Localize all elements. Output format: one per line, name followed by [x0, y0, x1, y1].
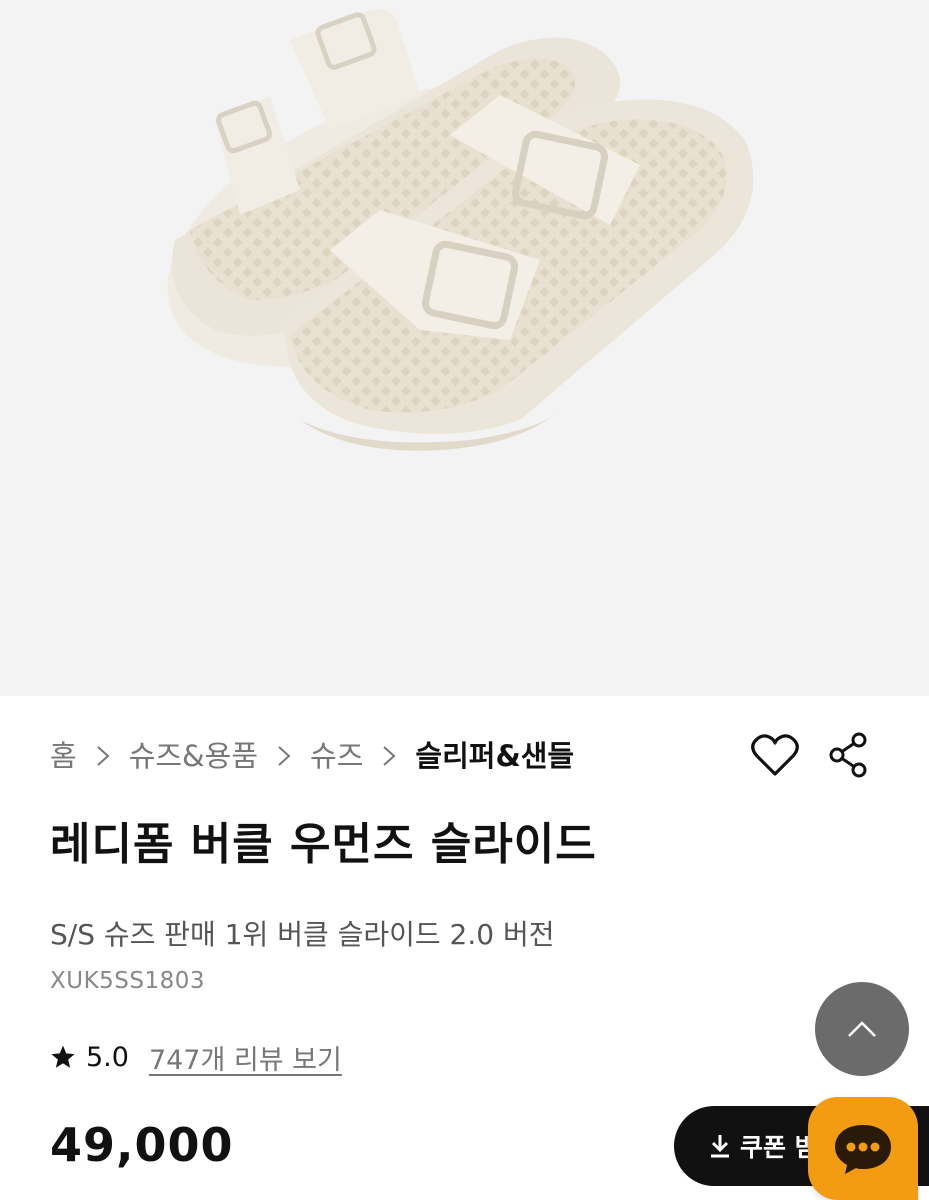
breadcrumb-shoes-goods[interactable]: 슈즈&용품	[129, 733, 258, 775]
download-icon	[708, 1133, 732, 1159]
review-link[interactable]: 747개 리뷰 보기	[149, 1038, 342, 1077]
breadcrumb-shoes[interactable]: 슈즈	[310, 733, 363, 775]
product-subtitle: S/S 슈즈 판매 1위 버클 슬라이드 2.0 버전	[50, 918, 555, 951]
chevron-right-icon	[77, 737, 129, 771]
chevron-right-icon	[258, 737, 310, 771]
product-image[interactable]	[0, 0, 929, 696]
product-title: 레디폼 버클 우먼즈 슬라이드	[50, 819, 597, 870]
product-price: 49,000	[50, 1118, 234, 1172]
breadcrumb-slippers-sandals[interactable]: 슬리퍼&샌들	[415, 733, 574, 775]
chevron-right-icon	[363, 737, 415, 771]
coupon-label: 쿠폰 받	[740, 1133, 818, 1162]
scroll-top-button[interactable]	[815, 982, 909, 1076]
star-icon	[50, 1044, 76, 1070]
heart-outline-icon	[751, 734, 799, 776]
breadcrumb-home[interactable]: 홈	[50, 733, 77, 775]
rating-score: 5.0	[86, 1041, 129, 1073]
rating-row: 5.0 747개 리뷰 보기	[50, 1037, 342, 1077]
breadcrumb: 홈 슈즈&용품 슈즈 슬리퍼&샌들	[50, 734, 574, 774]
wishlist-button[interactable]	[747, 727, 803, 783]
product-sku: XUK5SS1803	[50, 968, 206, 994]
sandals-illustration	[167, 9, 754, 451]
share-icon	[829, 732, 867, 778]
chat-button[interactable]	[808, 1097, 918, 1200]
share-button[interactable]	[820, 727, 876, 783]
chat-bubble-icon	[835, 1124, 891, 1174]
chevron-up-icon	[848, 1021, 876, 1037]
